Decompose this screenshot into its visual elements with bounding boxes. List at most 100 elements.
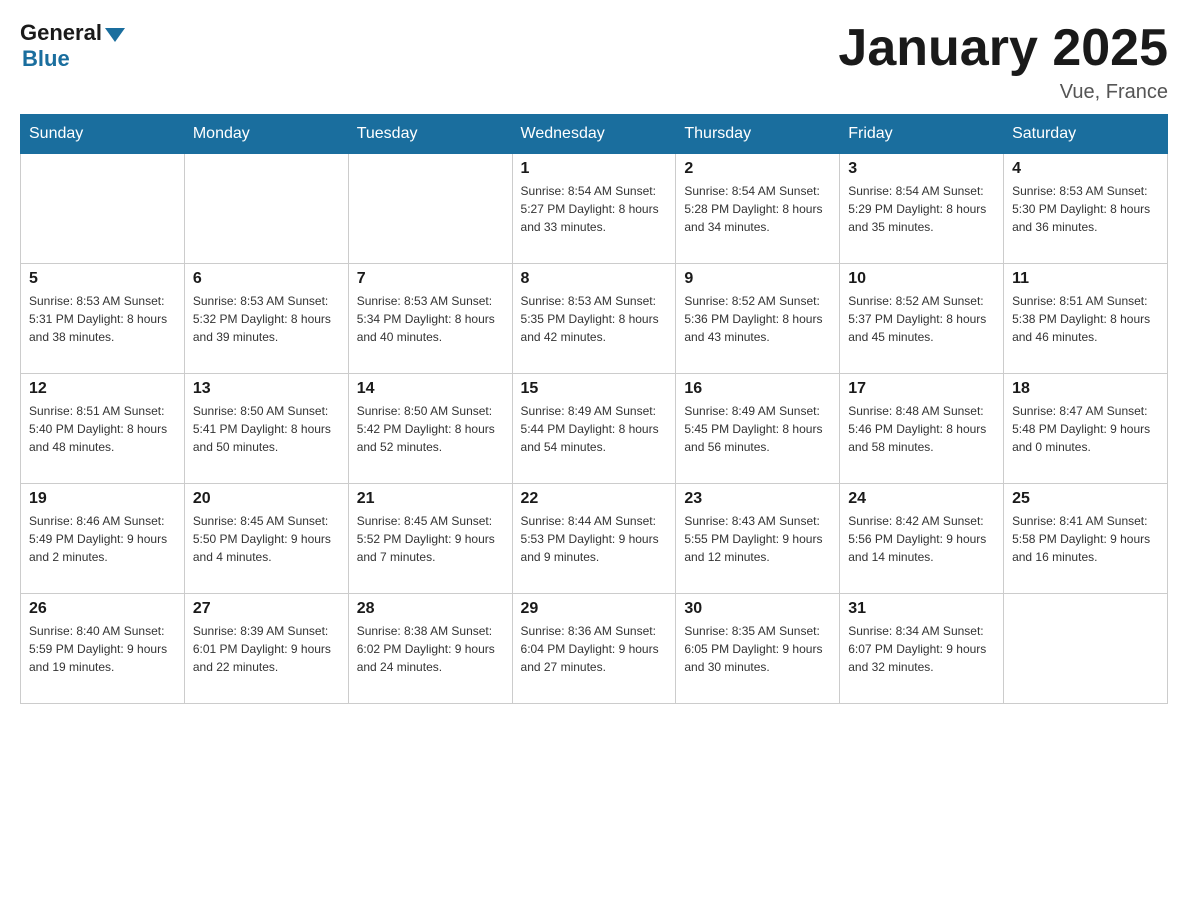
logo: General Blue [20, 20, 125, 72]
day-number: 15 [521, 380, 668, 398]
calendar-cell: 29 Sunrise: 8:36 AM Sunset: 6:04 PM Dayli… [512, 594, 676, 704]
day-info: Sunrise: 8:35 AM Sunset: 6:05 PM Dayligh… [684, 622, 831, 676]
day-number: 14 [357, 380, 504, 398]
day-number: 5 [29, 270, 176, 288]
day-of-week-header: Saturday [1004, 115, 1168, 154]
day-of-week-header: Friday [840, 115, 1004, 154]
calendar-header: SundayMondayTuesdayWednesdayThursdayFrid… [21, 115, 1168, 154]
day-of-week-header: Wednesday [512, 115, 676, 154]
calendar-cell: 12Sunrise: 8:51 AM Sunset: 5:40 PM Dayli… [21, 374, 185, 484]
title-section: January 2025 Vue, France [838, 20, 1168, 104]
day-info: Sunrise: 8:54 AM Sunset: 5:29 PM Dayligh… [848, 182, 995, 236]
calendar-cell: 23 Sunrise: 8:43 AM Sunset: 5:55 PM Dayli… [676, 484, 840, 594]
calendar-week-row: 5 Sunrise: 8:53 AM Sunset: 5:31 PM Daylig… [21, 264, 1168, 374]
day-info: Sunrise: 8:40 AM Sunset: 5:59 PM Dayligh… [29, 622, 176, 676]
calendar-cell: 13 Sunrise: 8:50 AM Sunset: 5:41 PM Dayli… [184, 374, 348, 484]
calendar-cell [21, 154, 185, 264]
day-info: Sunrise: 8:48 AM Sunset: 5:46 PM Dayligh… [848, 402, 995, 456]
day-number: 25 [1012, 490, 1159, 508]
day-number: 19 [29, 490, 176, 508]
day-number: 13 [193, 380, 340, 398]
calendar-week-row: 26Sunrise: 8:40 AM Sunset: 5:59 PM Dayli… [21, 594, 1168, 704]
page-header: General Blue January 2025 Vue, France [20, 20, 1168, 104]
logo-general-text: General [20, 20, 102, 46]
day-info: Sunrise: 8:53 AM Sunset: 5:32 PM Dayligh… [193, 292, 340, 346]
day-info: Sunrise: 8:53 AM Sunset: 5:31 PM Dayligh… [29, 292, 176, 346]
calendar-cell: 30 Sunrise: 8:35 AM Sunset: 6:05 PM Dayli… [676, 594, 840, 704]
day-number: 7 [357, 270, 504, 288]
day-info: Sunrise: 8:50 AM Sunset: 5:41 PM Dayligh… [193, 402, 340, 456]
calendar-cell: 28 Sunrise: 8:38 AM Sunset: 6:02 PM Dayli… [348, 594, 512, 704]
month-title: January 2025 [838, 20, 1168, 77]
calendar-week-row: 12Sunrise: 8:51 AM Sunset: 5:40 PM Dayli… [21, 374, 1168, 484]
day-info: Sunrise: 8:54 AM Sunset: 5:27 PM Dayligh… [521, 182, 668, 236]
calendar-cell: 10 Sunrise: 8:52 AM Sunset: 5:37 PM Dayli… [840, 264, 1004, 374]
calendar-week-row: 1Sunrise: 8:54 AM Sunset: 5:27 PM Daylig… [21, 154, 1168, 264]
day-number: 29 [521, 600, 668, 618]
day-info: Sunrise: 8:36 AM Sunset: 6:04 PM Dayligh… [521, 622, 668, 676]
day-number: 6 [193, 270, 340, 288]
day-info: Sunrise: 8:45 AM Sunset: 5:50 PM Dayligh… [193, 512, 340, 566]
calendar-cell: 14 Sunrise: 8:50 AM Sunset: 5:42 PM Dayli… [348, 374, 512, 484]
calendar-cell [1004, 594, 1168, 704]
day-info: Sunrise: 8:52 AM Sunset: 5:37 PM Dayligh… [848, 292, 995, 346]
calendar-cell: 18Sunrise: 8:47 AM Sunset: 5:48 PM Dayli… [1004, 374, 1168, 484]
calendar-cell: 5 Sunrise: 8:53 AM Sunset: 5:31 PM Daylig… [21, 264, 185, 374]
day-number: 11 [1012, 270, 1159, 288]
calendar-cell: 25Sunrise: 8:41 AM Sunset: 5:58 PM Dayli… [1004, 484, 1168, 594]
day-number: 23 [684, 490, 831, 508]
day-info: Sunrise: 8:49 AM Sunset: 5:45 PM Dayligh… [684, 402, 831, 456]
logo-arrow-icon [105, 28, 125, 42]
day-info: Sunrise: 8:54 AM Sunset: 5:28 PM Dayligh… [684, 182, 831, 236]
day-number: 10 [848, 270, 995, 288]
day-number: 2 [684, 160, 831, 178]
day-info: Sunrise: 8:42 AM Sunset: 5:56 PM Dayligh… [848, 512, 995, 566]
day-number: 22 [521, 490, 668, 508]
calendar-cell: 26Sunrise: 8:40 AM Sunset: 5:59 PM Dayli… [21, 594, 185, 704]
location-text: Vue, France [838, 81, 1168, 104]
calendar-cell: 7 Sunrise: 8:53 AM Sunset: 5:34 PM Daylig… [348, 264, 512, 374]
day-info: Sunrise: 8:51 AM Sunset: 5:40 PM Dayligh… [29, 402, 176, 456]
day-number: 16 [684, 380, 831, 398]
calendar-cell: 21Sunrise: 8:45 AM Sunset: 5:52 PM Dayli… [348, 484, 512, 594]
day-info: Sunrise: 8:34 AM Sunset: 6:07 PM Dayligh… [848, 622, 995, 676]
header-row: SundayMondayTuesdayWednesdayThursdayFrid… [21, 115, 1168, 154]
day-number: 30 [684, 600, 831, 618]
day-number: 28 [357, 600, 504, 618]
day-info: Sunrise: 8:50 AM Sunset: 5:42 PM Dayligh… [357, 402, 504, 456]
day-number: 9 [684, 270, 831, 288]
day-number: 21 [357, 490, 504, 508]
calendar-cell: 8Sunrise: 8:53 AM Sunset: 5:35 PM Daylig… [512, 264, 676, 374]
calendar-cell: 31 Sunrise: 8:34 AM Sunset: 6:07 PM Dayli… [840, 594, 1004, 704]
day-of-week-header: Monday [184, 115, 348, 154]
day-info: Sunrise: 8:39 AM Sunset: 6:01 PM Dayligh… [193, 622, 340, 676]
day-info: Sunrise: 8:52 AM Sunset: 5:36 PM Dayligh… [684, 292, 831, 346]
calendar-cell: 3 Sunrise: 8:54 AM Sunset: 5:29 PM Daylig… [840, 154, 1004, 264]
calendar-cell [184, 154, 348, 264]
calendar-cell: 15Sunrise: 8:49 AM Sunset: 5:44 PM Dayli… [512, 374, 676, 484]
day-of-week-header: Thursday [676, 115, 840, 154]
calendar-cell [348, 154, 512, 264]
day-number: 3 [848, 160, 995, 178]
day-of-week-header: Tuesday [348, 115, 512, 154]
day-number: 27 [193, 600, 340, 618]
day-info: Sunrise: 8:53 AM Sunset: 5:30 PM Dayligh… [1012, 182, 1159, 236]
day-info: Sunrise: 8:38 AM Sunset: 6:02 PM Dayligh… [357, 622, 504, 676]
day-info: Sunrise: 8:44 AM Sunset: 5:53 PM Dayligh… [521, 512, 668, 566]
day-number: 18 [1012, 380, 1159, 398]
calendar-cell: 27 Sunrise: 8:39 AM Sunset: 6:01 PM Dayli… [184, 594, 348, 704]
day-number: 4 [1012, 160, 1159, 178]
calendar-cell: 6 Sunrise: 8:53 AM Sunset: 5:32 PM Daylig… [184, 264, 348, 374]
calendar-cell: 24Sunrise: 8:42 AM Sunset: 5:56 PM Dayli… [840, 484, 1004, 594]
calendar-cell: 20Sunrise: 8:45 AM Sunset: 5:50 PM Dayli… [184, 484, 348, 594]
day-info: Sunrise: 8:53 AM Sunset: 5:34 PM Dayligh… [357, 292, 504, 346]
day-of-week-header: Sunday [21, 115, 185, 154]
day-number: 31 [848, 600, 995, 618]
calendar-cell: 11Sunrise: 8:51 AM Sunset: 5:38 PM Dayli… [1004, 264, 1168, 374]
logo-blue-text: Blue [22, 46, 70, 72]
calendar-cell: 22 Sunrise: 8:44 AM Sunset: 5:53 PM Dayli… [512, 484, 676, 594]
calendar-cell: 9 Sunrise: 8:52 AM Sunset: 5:36 PM Daylig… [676, 264, 840, 374]
calendar-table: SundayMondayTuesdayWednesdayThursdayFrid… [20, 114, 1168, 704]
day-info: Sunrise: 8:43 AM Sunset: 5:55 PM Dayligh… [684, 512, 831, 566]
day-number: 8 [521, 270, 668, 288]
